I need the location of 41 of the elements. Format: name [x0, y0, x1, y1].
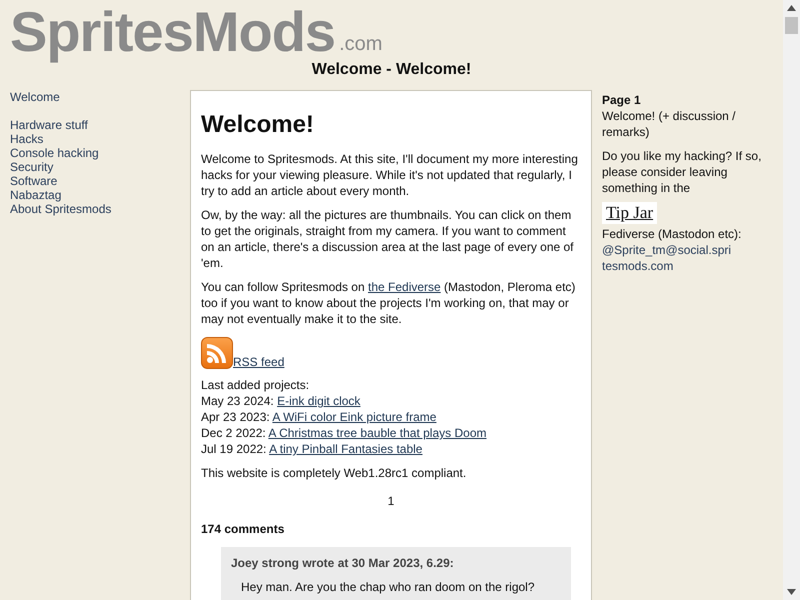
project-date: May 23 2024: [201, 394, 274, 408]
tip-jar-button[interactable]: Tip Jar [602, 202, 658, 224]
page-title: Welcome - Welcome! [312, 61, 472, 78]
scroll-up-arrow-icon[interactable] [787, 5, 796, 11]
rss-link[interactable]: RSS feed [233, 355, 284, 369]
donate-text: Do you like my hacking? If so, please consider leaving something in the [602, 148, 762, 196]
nav-link[interactable]: Welcome [10, 90, 60, 104]
paragraph: Ow, by the way: all the pictures are thumbnails. You can click on them to get the originals, straight from my camera. If you want to comment on an article, there's a discussion area at the last page of every one of 'em. [201, 207, 575, 271]
page-label: Page 1 [602, 92, 642, 108]
fediverse-label: Fediverse (Mastodon etc): [602, 226, 742, 242]
comment-author: Joey strong wrote at 30 Mar 2023, 6.29: [231, 556, 454, 570]
nav-link[interactable]: About Spritesmods [10, 202, 112, 216]
project-date: Jul 19 2022: [201, 442, 266, 456]
rss-icon[interactable] [201, 337, 233, 369]
page-description: Welcome! (+ discussion / remarks) [602, 108, 736, 140]
project-link[interactable]: A Christmas tree bauble that plays Doom [268, 426, 486, 440]
nav-link[interactable]: Console hacking [10, 146, 99, 160]
nav-link[interactable]: Hardware stuff [10, 118, 88, 132]
comments-count: 174 comments [201, 522, 284, 536]
project-link[interactable]: E-ink digit clock [277, 394, 360, 408]
page-number[interactable]: 1 [388, 494, 394, 508]
fediverse-link[interactable]: the Fediverse [368, 280, 441, 294]
paragraph: You can follow Spritesmods on the Fediverse (Mastodon, Pleroma etc) too if you want to know about the projects I'm working on, that may or may not eventually make it to the site. [201, 279, 576, 327]
article-heading: Welcome! [201, 111, 315, 139]
fediverse-handle-link[interactable]: @Sprite_tm@social.spritesmods.com [602, 242, 732, 274]
scrollbar-thumb[interactable] [785, 17, 798, 34]
nav-link[interactable]: Security [10, 160, 54, 174]
nav-link[interactable]: Nabaztag [10, 188, 62, 202]
scroll-down-arrow-icon[interactable] [787, 589, 796, 595]
logo-suffix: .com [339, 32, 382, 56]
comment-text: Hey man. Are you the chap who ran doom on the rigol? [241, 580, 535, 594]
project-date: Apr 23 2023: [201, 410, 270, 424]
paragraph: Welcome to Spritesmods. At this site, I'll document my more interesting hacks for your viewing pleasure. While it's not updated that regularly, I try to add an article about every month. [201, 151, 579, 199]
nav-link[interactable]: Hacks [10, 132, 44, 146]
projects-heading: Last added projects: [201, 377, 310, 393]
project-link[interactable]: A tiny Pinball Fantasies table [269, 442, 422, 456]
scrollbar[interactable] [783, 0, 800, 600]
project-date: Dec 2 2022: [201, 426, 266, 440]
paragraph: This website is completely Web1.28rc1 compliant. [201, 465, 468, 481]
project-link[interactable]: A WiFi color Eink picture frame [272, 410, 436, 424]
nav-link[interactable]: Software [10, 174, 58, 188]
